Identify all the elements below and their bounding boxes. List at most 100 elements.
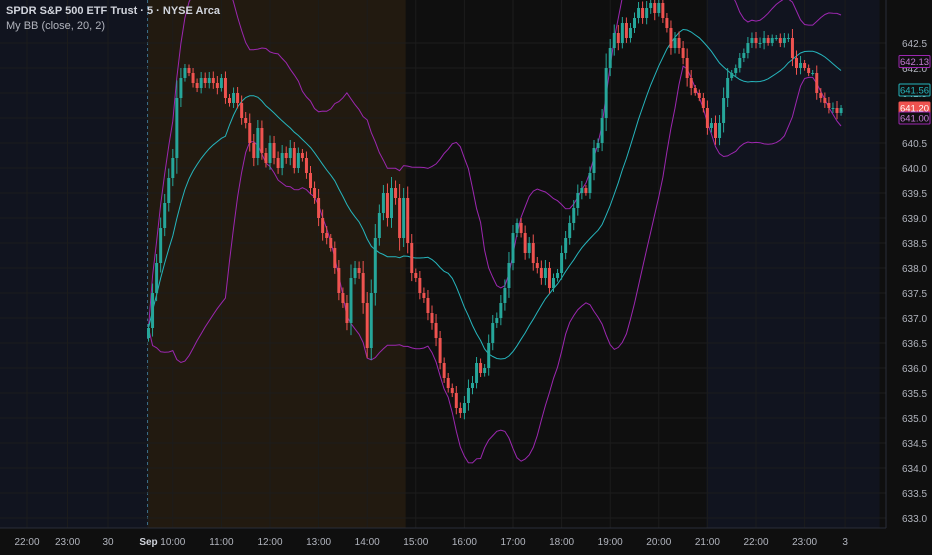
y-tick-label: 638.0 bbox=[902, 264, 927, 275]
candle-body bbox=[329, 238, 333, 248]
candle-body bbox=[228, 98, 231, 103]
candle-body bbox=[390, 188, 393, 218]
candle-body bbox=[264, 153, 268, 163]
candle-body bbox=[645, 8, 649, 18]
candle-body bbox=[321, 218, 325, 233]
chart[interactable]: 642.5642.0641.5641.0640.5640.0639.5639.0… bbox=[0, 0, 932, 550]
candle-body bbox=[815, 73, 819, 93]
candle-body bbox=[641, 8, 645, 18]
candle-body bbox=[503, 288, 507, 303]
candle-body bbox=[183, 68, 187, 78]
x-tick-label: 11:00 bbox=[209, 537, 234, 548]
candle-body bbox=[175, 98, 179, 158]
candle-body bbox=[689, 78, 693, 88]
candle-body bbox=[240, 103, 244, 118]
candle-body bbox=[515, 223, 519, 233]
x-tick-label: 14:00 bbox=[355, 537, 380, 548]
candle-body bbox=[345, 303, 349, 323]
candle-body bbox=[365, 303, 369, 348]
candle-body bbox=[292, 148, 296, 168]
candle-body bbox=[685, 58, 689, 78]
chart-canvas[interactable]: 642.5642.0641.5641.0640.5640.0639.5639.0… bbox=[0, 0, 932, 550]
candle-body bbox=[288, 148, 292, 158]
candle-body bbox=[661, 3, 665, 18]
candle-body bbox=[317, 198, 321, 218]
candle-body bbox=[414, 273, 418, 278]
candle-body bbox=[608, 48, 612, 68]
candle-body bbox=[722, 98, 726, 123]
candle-body bbox=[807, 68, 811, 73]
candle-body bbox=[434, 323, 438, 338]
candle-body bbox=[438, 338, 442, 363]
candle-body bbox=[219, 78, 223, 88]
x-tick-label: 18:00 bbox=[549, 537, 574, 548]
symbol-title[interactable]: SPDR S&P 500 ETF Trust · 5 · NYSE Arca bbox=[6, 4, 220, 19]
candle-body bbox=[584, 188, 588, 193]
candle-body bbox=[746, 43, 750, 53]
candle-body bbox=[155, 263, 159, 293]
candle-body bbox=[511, 233, 515, 263]
candle-body bbox=[479, 363, 483, 373]
candle-body bbox=[252, 143, 256, 158]
candle-body bbox=[592, 148, 596, 173]
candle-body bbox=[426, 298, 430, 313]
x-tick-label: 3 bbox=[842, 537, 848, 548]
candle-body bbox=[325, 233, 329, 238]
candle-body bbox=[564, 238, 568, 253]
candle-body bbox=[272, 143, 276, 158]
candle-body bbox=[588, 173, 592, 193]
candle-body bbox=[147, 328, 150, 338]
candle-body bbox=[276, 158, 280, 168]
candle-body bbox=[207, 78, 211, 83]
candle-body bbox=[483, 368, 487, 373]
candle-body bbox=[604, 68, 608, 118]
indicator-label[interactable]: My BB (close, 20, 2) bbox=[6, 19, 220, 34]
x-tick-label: 19:00 bbox=[598, 537, 623, 548]
candle-body bbox=[693, 88, 697, 93]
candle-body bbox=[300, 153, 304, 158]
candle-body bbox=[616, 33, 620, 43]
y-tick-label: 636.0 bbox=[902, 364, 927, 375]
candle-body bbox=[669, 28, 673, 48]
candle-body bbox=[795, 58, 798, 68]
candle-body bbox=[543, 268, 547, 278]
candle-body bbox=[653, 3, 657, 13]
candle-body bbox=[835, 108, 839, 113]
candle-body bbox=[637, 8, 641, 18]
candle-body bbox=[624, 23, 628, 38]
candle-body bbox=[398, 198, 402, 238]
candle-body bbox=[349, 278, 353, 323]
candle-body bbox=[827, 103, 831, 108]
candle-body bbox=[657, 3, 661, 13]
candle-body bbox=[600, 118, 604, 143]
candle-body bbox=[357, 268, 361, 273]
candle-body bbox=[341, 293, 345, 303]
candle-body bbox=[535, 263, 539, 268]
y-tick-label: 633.0 bbox=[902, 514, 927, 525]
candle-body bbox=[786, 38, 790, 39]
candle-body bbox=[187, 68, 191, 73]
candle-body bbox=[556, 273, 560, 278]
candle-body bbox=[774, 38, 778, 39]
candle-body bbox=[750, 38, 754, 43]
x-tick-label: 12:00 bbox=[257, 537, 282, 548]
candle-body bbox=[373, 238, 377, 293]
candle-body bbox=[620, 23, 624, 43]
candle-body bbox=[758, 43, 762, 44]
candle-body bbox=[223, 78, 227, 98]
candle-body bbox=[726, 78, 730, 98]
y-tick-label: 640.0 bbox=[902, 164, 927, 175]
session-bg-prev bbox=[0, 0, 149, 528]
candle-body bbox=[215, 83, 219, 88]
candle-body bbox=[280, 153, 284, 168]
candle-body bbox=[402, 198, 406, 238]
candle-body bbox=[491, 323, 495, 343]
x-tick-label: 22:00 bbox=[14, 537, 39, 548]
y-tick-label: 639.0 bbox=[902, 214, 927, 225]
candle-body bbox=[823, 98, 827, 103]
candle-body bbox=[612, 33, 616, 48]
x-tick-label: 23:00 bbox=[55, 537, 80, 548]
y-tick-label: 640.5 bbox=[902, 139, 927, 150]
candle-body bbox=[730, 73, 734, 78]
candle-body bbox=[337, 268, 341, 293]
